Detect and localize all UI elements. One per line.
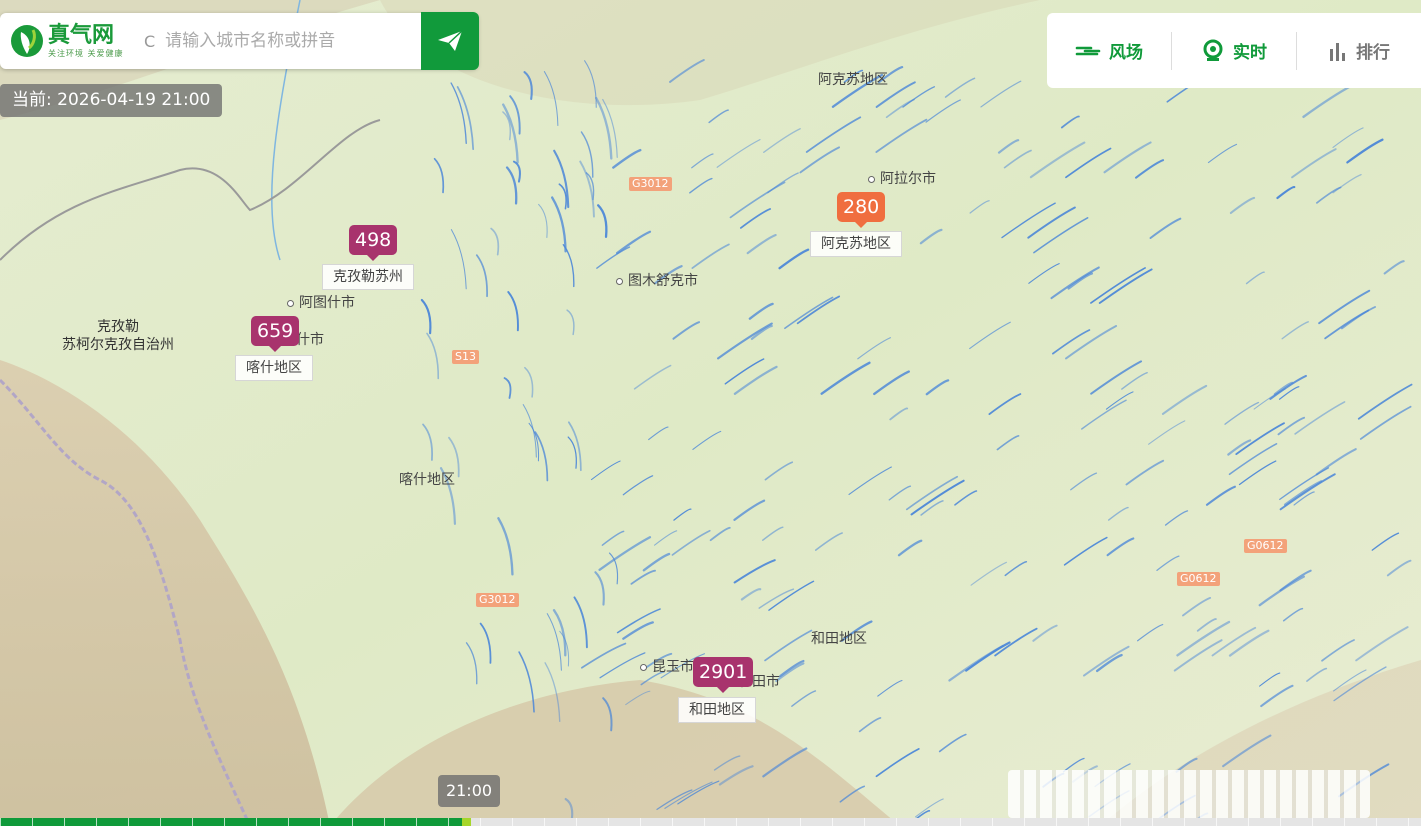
place-label: 阿克苏地区: [818, 72, 888, 88]
wind-icon: [1075, 46, 1101, 55]
logo-title: 真气网: [48, 22, 115, 48]
place-label: 图木舒克市: [616, 270, 698, 290]
place-label: 昆玉市: [640, 656, 694, 676]
nav-ranking-label: 排行: [1356, 43, 1390, 63]
place-label: 阿图什市: [287, 292, 355, 312]
paper-plane-icon: [438, 30, 463, 51]
logo[interactable]: 真气网 关注环境 关爱健康: [0, 13, 140, 69]
highway-shield: G0612: [1177, 572, 1220, 586]
logo-subtitle: 关注环境 关爱健康: [48, 48, 124, 58]
nav-ranking-button[interactable]: 排行: [1297, 31, 1421, 71]
highway-shield: G0612: [1244, 539, 1287, 553]
highway-shield: S13: [452, 350, 479, 364]
camera-icon: [1203, 39, 1223, 61]
search-button[interactable]: [421, 12, 479, 70]
place-label: 和田地区: [811, 631, 867, 647]
search-bar: 真气网 关注环境 关爱健康 C: [0, 12, 479, 70]
nav-realtime-button[interactable]: 实时: [1172, 31, 1296, 71]
bar-chart-icon: [1330, 42, 1345, 61]
marker-label[interactable]: 喀什地区: [235, 355, 313, 381]
marker-label[interactable]: 阿克苏地区: [810, 231, 902, 257]
nav-realtime-label: 实时: [1233, 43, 1267, 63]
city-search-input[interactable]: [163, 30, 398, 52]
marker-label[interactable]: 克孜勒苏州: [322, 264, 414, 290]
timeline-handle[interactable]: [462, 818, 471, 826]
region-label: 克孜勒 苏柯尔克孜自治州: [62, 319, 174, 353]
nav-wind-label: 风场: [1109, 43, 1143, 63]
timeline-track[interactable]: [0, 818, 1421, 826]
timeline-ticks: [0, 818, 1421, 826]
place-label: 喀什地区: [399, 472, 455, 488]
place-label: 什市: [296, 332, 324, 348]
leaf-logo-icon: [11, 25, 43, 57]
aqi-marker[interactable]: 280: [837, 192, 886, 228]
marker-label[interactable]: 和田地区: [678, 697, 756, 723]
highway-shield: G3012: [629, 177, 672, 191]
aqi-marker[interactable]: 659: [251, 316, 300, 352]
nav-wind-button[interactable]: 风场: [1047, 31, 1171, 71]
aqi-marker[interactable]: 2901: [693, 657, 754, 693]
aqi-marker[interactable]: 498: [349, 225, 398, 261]
current-time-badge: 当前: 2026-04-19 21:00: [0, 84, 223, 117]
place-label: 阿拉尔市: [868, 168, 936, 188]
playback-controls[interactable]: [1008, 770, 1370, 818]
loading-spinner-icon: C: [144, 31, 156, 51]
timeline-time-label: 21:00: [438, 775, 500, 807]
map-mode-nav: 风场 实时 排行: [1047, 13, 1421, 88]
highway-shield: G3012: [476, 593, 519, 607]
